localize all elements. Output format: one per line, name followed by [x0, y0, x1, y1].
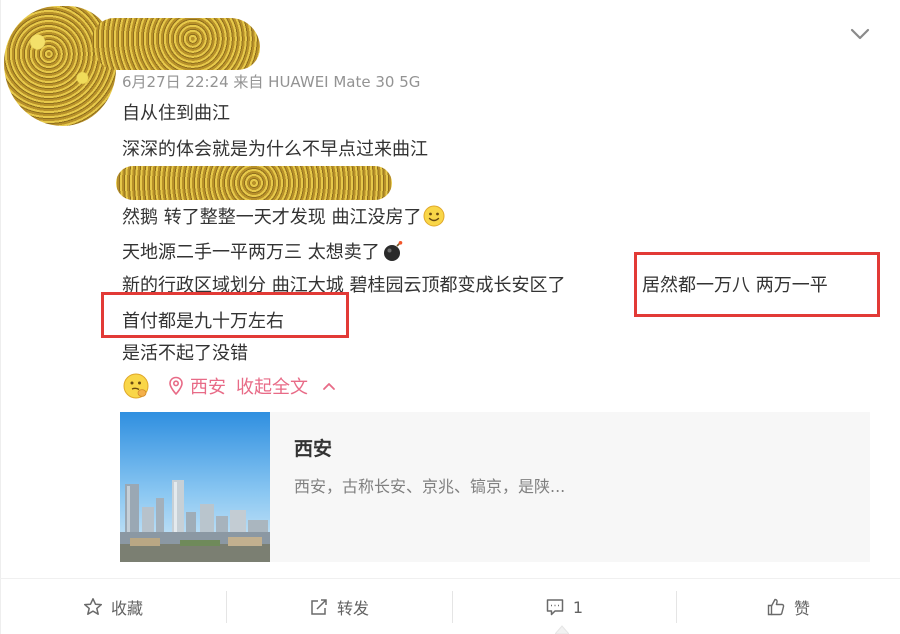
chevron-down-icon[interactable]: [848, 24, 872, 44]
post-text-line: 然鹅 转了整整一天才发现 曲江没房了: [122, 205, 445, 230]
highlight-box: [101, 292, 349, 338]
location-pin-icon: [169, 376, 183, 396]
repost-button[interactable]: 转发: [226, 579, 452, 634]
post-text-line: 深深的体会就是为什么不早点过来曲江: [122, 139, 428, 160]
location-link-card[interactable]: 西安 西安，古称长安、京兆、镐京，是陕...: [120, 412, 870, 562]
chevron-up-icon[interactable]: [322, 381, 336, 391]
comment-pointer-caret: [555, 625, 569, 634]
like-button[interactable]: 赞: [676, 579, 900, 634]
action-bar: 收藏 转发 1 赞: [0, 578, 900, 634]
comment-count: 1: [572, 597, 584, 617]
location-link[interactable]: 西安: [190, 373, 226, 399]
post-text-line: 天地源二手一平两万三 太想卖了: [122, 240, 404, 265]
location-row: 西安 收起全文: [122, 372, 336, 400]
like-label: 赞: [793, 599, 810, 618]
username-redacted[interactable]: [92, 18, 260, 70]
collapse-text-link[interactable]: 收起全文: [236, 373, 308, 399]
favorite-label: 收藏: [110, 599, 143, 618]
post-meta: 6月27日 22:24 来自 HUAWEI Mate 30 5G: [122, 73, 421, 91]
comment-icon: [546, 599, 564, 616]
link-card-description: 西安，古称长安、京兆、镐京，是陕...: [294, 477, 566, 496]
thumbs-up-icon: [767, 598, 785, 616]
post-text-line: 自从住到曲江: [122, 103, 230, 124]
favorite-button[interactable]: 收藏: [0, 579, 226, 634]
bomb-emoji-icon: [383, 241, 403, 261]
redacted-text-line: [116, 166, 392, 200]
thinking-emoji-icon: [123, 373, 149, 399]
link-card-title: 西安: [294, 438, 333, 460]
smile-emoji-icon: [423, 205, 445, 227]
city-skyline-thumbnail: [120, 412, 270, 562]
star-icon: [83, 598, 103, 615]
highlight-box: [634, 252, 880, 317]
share-icon: [311, 599, 327, 615]
post-text-line: 是活不起了没错: [122, 343, 248, 364]
repost-label: 转发: [336, 599, 369, 618]
